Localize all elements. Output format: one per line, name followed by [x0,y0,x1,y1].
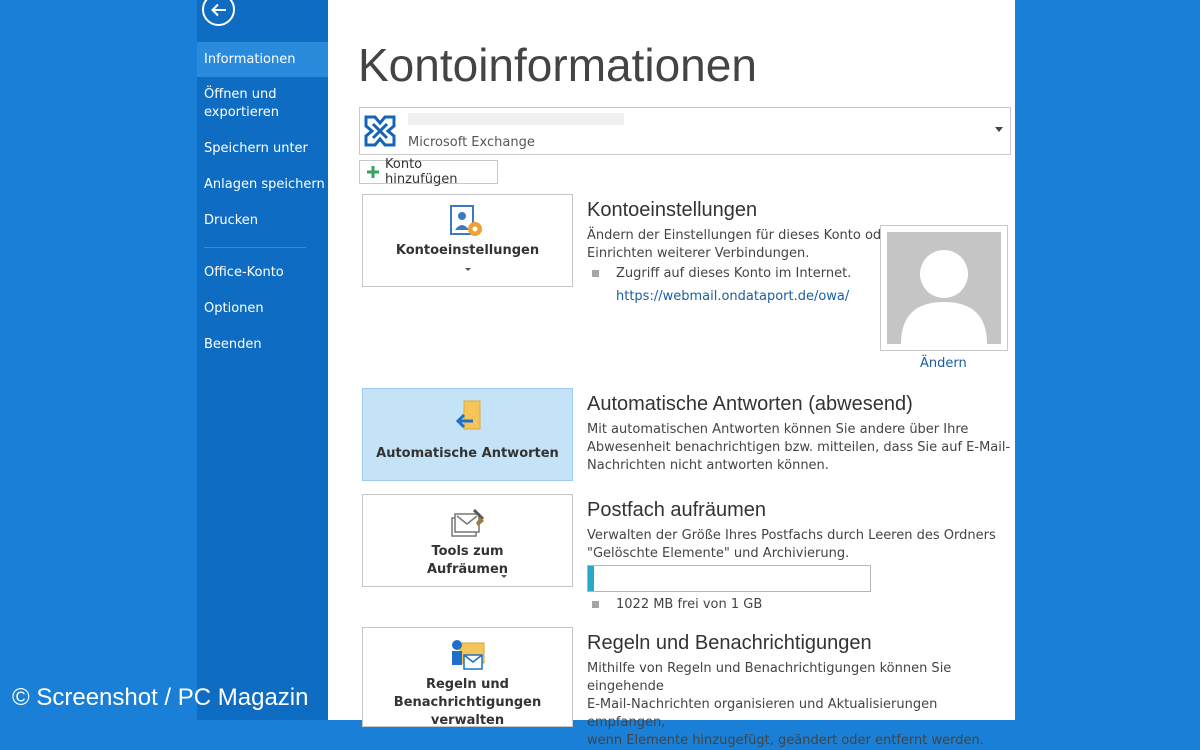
account-selector[interactable]: Microsoft Exchange [359,107,1011,155]
bullet-icon [592,601,599,608]
change-photo-link[interactable]: Ändern [920,356,967,371]
nav-divider [204,247,306,248]
cleanup-tools-tile[interactable]: Tools zum Aufräumen [362,494,573,587]
automatic-replies-tile-label: Automatische Antworten [376,446,559,461]
caret-down-icon [363,261,572,279]
rules-alerts-tile-label: Regeln und Benachrichtigungen verwalten [393,677,542,728]
account-type: Microsoft Exchange [408,135,535,150]
rules-alerts-title: Regeln und Benachrichtigungen [587,632,872,654]
automatic-replies-tile[interactable]: Automatische Antworten [362,388,573,481]
automatic-replies-title: Automatische Antworten (abwesend) [587,393,913,415]
mailbox-quota-fill [588,566,594,591]
plus-icon [366,165,380,179]
mailbox-quota-text: 1022 MB frei von 1 GB [616,597,763,612]
bullet-icon [592,270,599,277]
nav-item-anlagen-speichern[interactable]: Anlagen speichern [197,176,328,194]
caret-down-icon [501,569,507,584]
back-arrow-icon [210,3,228,17]
account-email-redacted [408,113,624,125]
automatic-replies-description: Mit automatischen Antworten können Sie a… [587,422,1011,473]
rules-alerts-description: Mithilfe von Regeln und Benachrichtigung… [587,661,984,748]
mailbox-quota-bar [587,565,871,592]
account-settings-description: Ändern der Einstellungen für dieses Kont… [587,228,895,261]
nav-item-office-konto[interactable]: Office-Konto [197,264,328,282]
web-access-text: Zugriff auf dieses Konto im Internet. [616,266,852,281]
mailbox-cleanup-description: Verwalten der Größe Ihres Postfachs durc… [587,528,996,561]
cleanup-tools-icon [450,508,486,544]
automatic-replies-icon [453,400,483,440]
account-settings-icon [449,205,486,243]
owa-link[interactable]: https://webmail.ondataport.de/owa/ [616,289,849,304]
avatar [887,232,1001,344]
nav-item-drucken[interactable]: Drucken [197,212,328,230]
back-button[interactable] [202,0,235,26]
main-content: Kontoinformationen Microsoft Exchange Ko… [328,0,1015,748]
page-title: Kontoinformationen [358,39,757,91]
nav-item-beenden[interactable]: Beenden [197,336,328,354]
account-settings-tile-label: Kontoeinstellungen [395,243,540,258]
rules-alerts-tile[interactable]: Regeln und Benachrichtigungen verwalten [362,627,573,728]
cleanup-tools-tile-label: Tools zum Aufräumen [426,544,509,577]
chevron-down-icon[interactable] [995,127,1003,132]
profile-photo-frame [880,225,1008,351]
nav-item-oeffnen-exportieren[interactable]: Öffnen und exportieren [197,86,287,122]
exchange-icon [363,114,397,152]
nav-item-speichern-unter[interactable]: Speichern unter [197,140,328,158]
nav-item-optionen[interactable]: Optionen [197,300,328,318]
rules-alerts-icon [450,637,486,677]
backstage-sidebar: Informationen Öffnen und exportieren Spe… [197,0,328,720]
add-account-label: Konto hinzufügen [385,157,458,187]
add-account-button[interactable]: Konto hinzufügen [359,157,498,187]
nav-item-informationen[interactable]: Informationen [197,42,328,77]
account-settings-tile[interactable]: Kontoeinstellungen [362,194,573,287]
mailbox-cleanup-title: Postfach aufräumen [587,499,766,521]
copyright-watermark: © Screenshot / PC Magazin [12,684,309,711]
account-settings-title: Kontoeinstellungen [587,199,758,221]
